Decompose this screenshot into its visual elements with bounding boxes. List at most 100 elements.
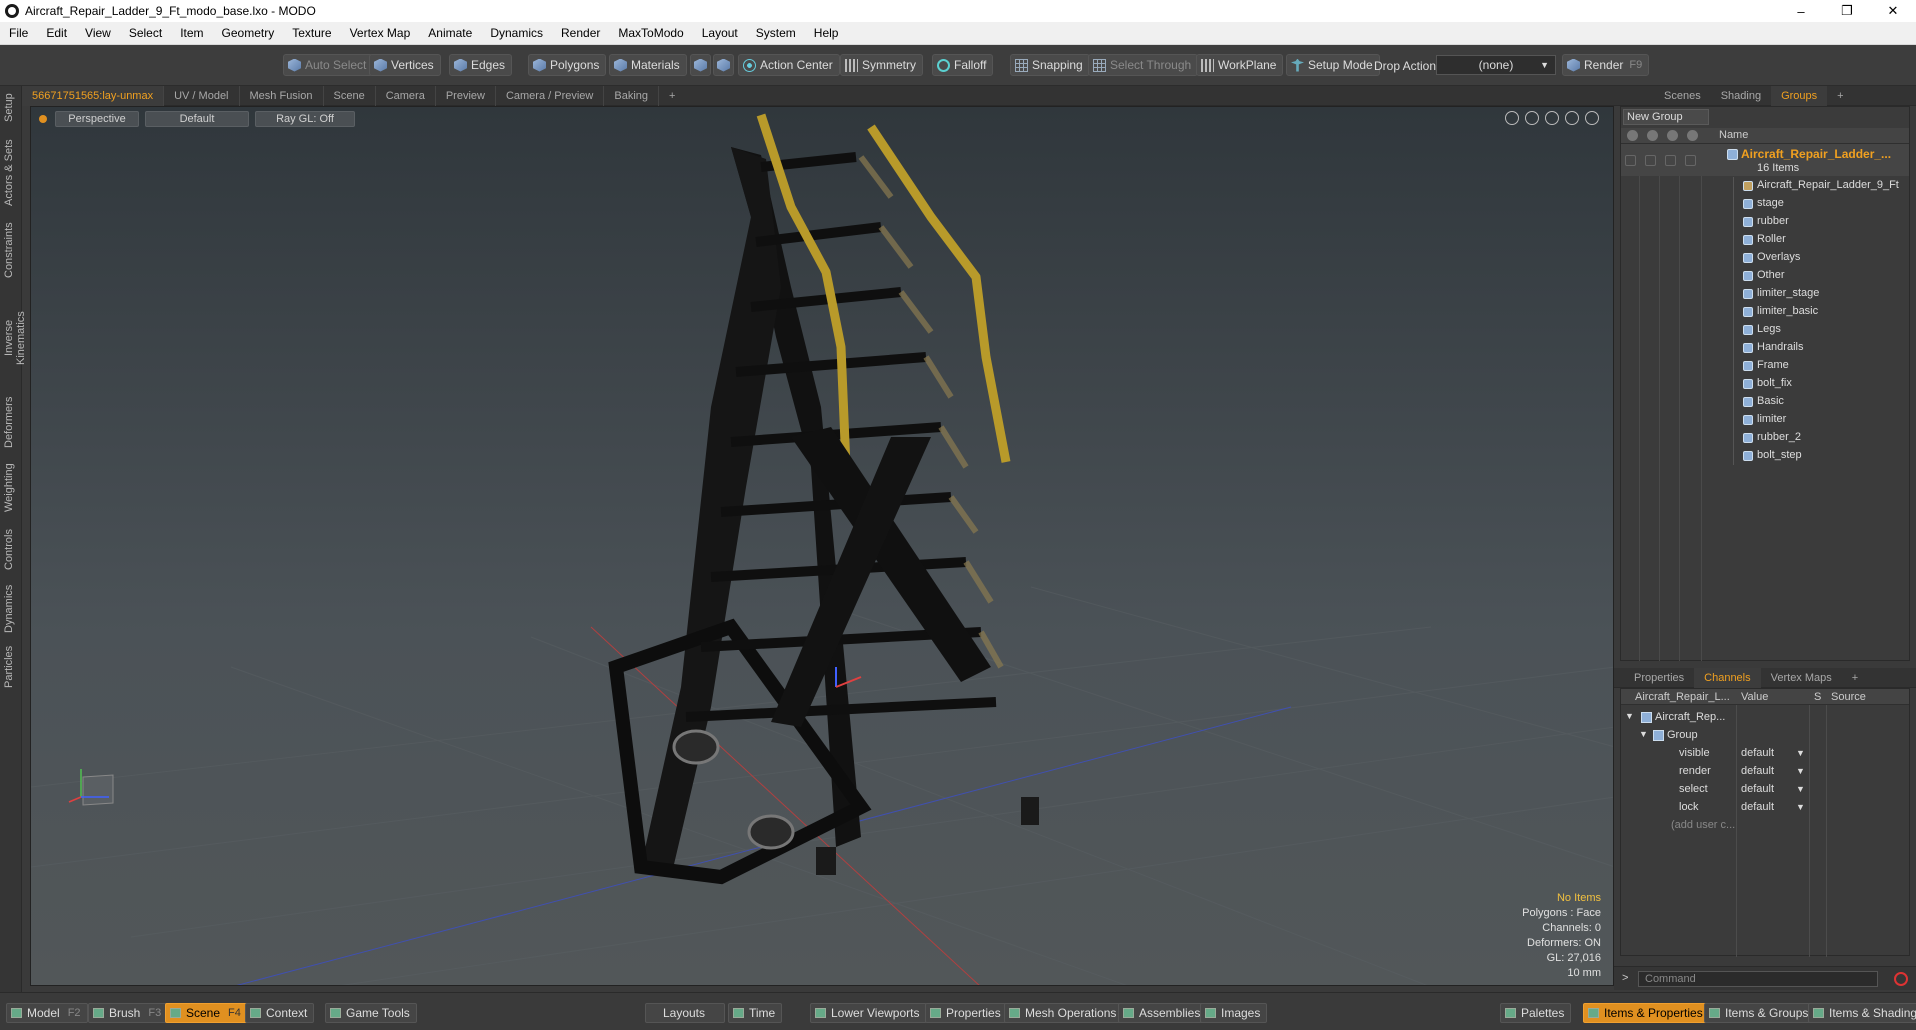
chevron-down-icon[interactable]: ▼ — [1796, 766, 1805, 776]
lock-toggle[interactable] — [1665, 155, 1676, 166]
vertices-button[interactable]: Vertices — [369, 54, 441, 76]
rotate-icon[interactable] — [1525, 111, 1539, 125]
pivot-mode-button[interactable] — [713, 54, 734, 76]
menu-view[interactable]: View — [76, 26, 120, 40]
expand-arrow-icon[interactable]: ▼ — [1625, 711, 1634, 721]
scene-layout-button[interactable]: Scene F4 — [165, 1003, 248, 1023]
group-root-row[interactable]: Aircraft_Repair_Ladder_... 16 Items — [1621, 144, 1909, 176]
group-item-row[interactable]: limiter_stage — [1621, 285, 1909, 303]
group-item-row[interactable]: Frame — [1621, 357, 1909, 375]
chevron-down-icon[interactable]: ▼ — [1796, 802, 1805, 812]
fit-icon[interactable] — [1565, 111, 1579, 125]
menu-item[interactable]: Item — [171, 26, 212, 40]
s-column-header[interactable]: S — [1814, 691, 1821, 703]
group-item-row[interactable]: Aircraft_Repair_Ladder_9_Ft — [1621, 177, 1909, 195]
new-group-button[interactable]: New Group — [1623, 109, 1709, 125]
tab-vertex-maps[interactable]: Vertex Maps — [1761, 668, 1842, 688]
auto-select-button[interactable]: Auto Select — [283, 54, 374, 76]
menu-select[interactable]: Select — [120, 26, 171, 40]
zoom-icon[interactable] — [1545, 111, 1559, 125]
value-column-header[interactable]: Value — [1741, 691, 1768, 703]
raygl-button[interactable]: Ray GL: Off — [255, 111, 355, 127]
tab-uv-model[interactable]: UV / Model — [164, 85, 240, 106]
menu-maxtomodo[interactable]: MaxToModo — [609, 26, 692, 40]
model-layout-button[interactable]: Model F2 — [6, 1003, 88, 1023]
brush-layout-button[interactable]: Brush F3 — [88, 1003, 169, 1023]
tab-preview[interactable]: Preview — [436, 85, 496, 106]
group-item-row[interactable]: bolt_step — [1621, 447, 1909, 465]
menu-vertex-map[interactable]: Vertex Map — [341, 26, 420, 40]
menu-edit[interactable]: Edit — [37, 26, 76, 40]
items-shading-button[interactable]: Items & Shading — [1808, 1003, 1916, 1023]
group-item-row[interactable]: Legs — [1621, 321, 1909, 339]
tab-controls[interactable]: Controls — [3, 526, 19, 574]
item-mode-button[interactable] — [690, 54, 711, 76]
snapping-button[interactable]: Snapping — [1010, 54, 1090, 76]
restore-button[interactable]: ❐ — [1824, 0, 1870, 22]
menu-layout[interactable]: Layout — [693, 26, 747, 40]
close-button[interactable]: ✕ — [1870, 0, 1916, 22]
command-input[interactable]: Command — [1638, 971, 1878, 987]
channel-row-render[interactable]: render default ▼ — [1621, 763, 1909, 781]
render-button[interactable]: Render F9 — [1562, 54, 1650, 76]
tab-properties[interactable]: Properties — [1624, 668, 1694, 688]
assemblies-button[interactable]: Assemblies — [1118, 1003, 1208, 1023]
edges-button[interactable]: Edges — [449, 54, 513, 76]
tab-shading[interactable]: Shading — [1711, 86, 1771, 106]
visibility-toggle[interactable] — [1625, 155, 1636, 166]
menu-dynamics[interactable]: Dynamics — [481, 26, 552, 40]
layouts-button[interactable]: Layouts — [645, 1003, 725, 1023]
channel-value[interactable]: default — [1741, 801, 1774, 813]
channel-row-lock[interactable]: lock default ▼ — [1621, 799, 1909, 817]
tab-constraints[interactable]: Constraints — [3, 220, 19, 280]
gear-icon[interactable] — [1585, 111, 1599, 125]
group-item-row[interactable]: Roller — [1621, 231, 1909, 249]
items-groups-button[interactable]: Items & Groups — [1704, 1003, 1816, 1023]
pan-icon[interactable] — [1505, 111, 1519, 125]
group-item-row[interactable]: limiter — [1621, 411, 1909, 429]
tab-setup[interactable]: Setup — [3, 90, 19, 126]
tab-actors-sets[interactable]: Actors & Sets — [3, 138, 19, 208]
drop-action-select[interactable]: (none) ▼ — [1436, 55, 1556, 75]
polygons-button[interactable]: Polygons — [528, 54, 607, 76]
channel-item-row[interactable]: ▼ Aircraft_Rep... — [1621, 709, 1909, 727]
lock-column-icon[interactable] — [1667, 130, 1678, 141]
group-item-row[interactable]: rubber_2 — [1621, 429, 1909, 447]
channel-value[interactable]: default — [1741, 765, 1774, 777]
menu-texture[interactable]: Texture — [283, 26, 340, 40]
channel-value[interactable]: default — [1741, 747, 1774, 759]
name-column-header[interactable]: Name — [1719, 129, 1748, 141]
shading-style-button[interactable]: Default — [145, 111, 249, 127]
channel-row-visible[interactable]: visible default ▼ — [1621, 745, 1909, 763]
tab-scenes[interactable]: Scenes — [1654, 86, 1711, 106]
record-macro-icon[interactable] — [1894, 972, 1908, 986]
properties-button[interactable]: Properties — [925, 1003, 1008, 1023]
visibility-column-icon[interactable] — [1627, 130, 1638, 141]
group-item-row[interactable]: Overlays — [1621, 249, 1909, 267]
menu-help[interactable]: Help — [805, 26, 848, 40]
render-column-icon[interactable] — [1647, 130, 1658, 141]
menu-render[interactable]: Render — [552, 26, 609, 40]
tab-weighting[interactable]: Weighting — [3, 460, 19, 516]
tab-dynamics[interactable]: Dynamics — [3, 582, 19, 636]
items-properties-button[interactable]: Items & Properties — [1583, 1003, 1710, 1023]
menu-animate[interactable]: Animate — [419, 26, 481, 40]
group-item-row[interactable]: Basic — [1621, 393, 1909, 411]
chevron-down-icon[interactable]: ▼ — [1796, 748, 1805, 758]
group-item-row[interactable]: Other — [1621, 267, 1909, 285]
game-tools-layout-button[interactable]: Game Tools — [325, 1003, 417, 1023]
add-user-channel-row[interactable]: (add user c... — [1621, 817, 1909, 835]
workplane-button[interactable]: WorkPlane — [1196, 54, 1284, 76]
materials-button[interactable]: Materials — [609, 54, 687, 76]
select-through-button[interactable]: Select Through — [1088, 54, 1199, 76]
tab-inverse-kinematics[interactable]: Inverse Kinematics — [3, 292, 27, 384]
3d-viewport[interactable]: Perspective Default Ray GL: Off No Items… — [30, 106, 1614, 986]
select-column-icon[interactable] — [1687, 130, 1698, 141]
time-button[interactable]: Time — [728, 1003, 783, 1023]
add-tab-button[interactable]: + — [659, 86, 685, 106]
tab-particles[interactable]: Particles — [3, 642, 19, 692]
group-item-row[interactable]: limiter_basic — [1621, 303, 1909, 321]
tab-deformers[interactable]: Deformers — [3, 394, 19, 450]
tab-mesh-fusion[interactable]: Mesh Fusion — [240, 85, 324, 106]
group-item-row[interactable]: Handrails — [1621, 339, 1909, 357]
